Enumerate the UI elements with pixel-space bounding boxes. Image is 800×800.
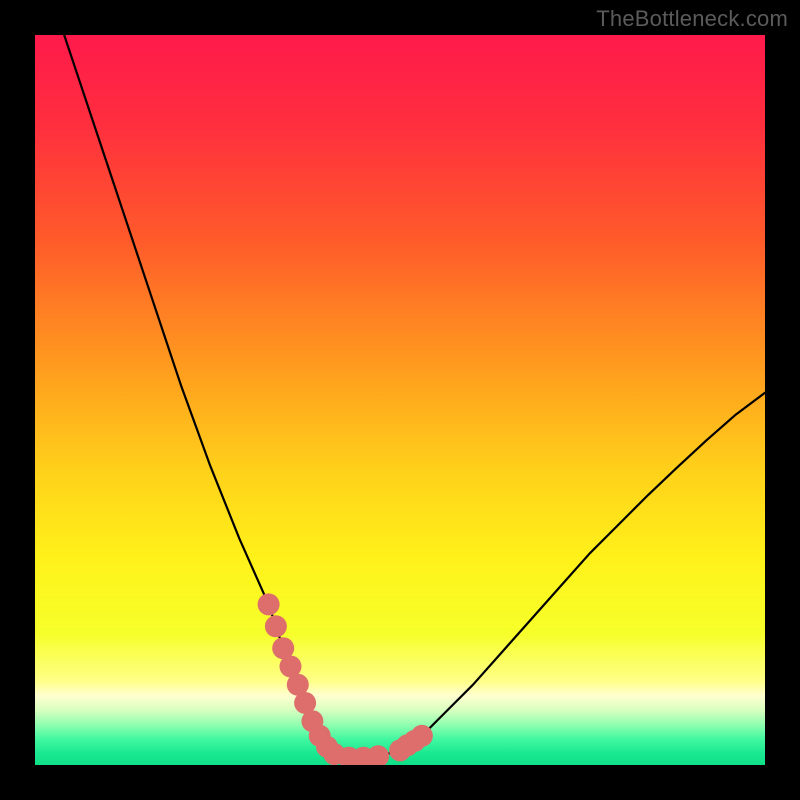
highlight-markers bbox=[258, 593, 433, 765]
plot-area bbox=[35, 35, 765, 765]
chart-stage: TheBottleneck.com bbox=[0, 0, 800, 800]
watermark-text: TheBottleneck.com bbox=[596, 6, 788, 32]
highlight-dot bbox=[367, 745, 389, 765]
highlight-dot bbox=[265, 615, 287, 637]
highlight-dot bbox=[258, 593, 280, 615]
curve-layer bbox=[35, 35, 765, 765]
bottleneck-curve bbox=[64, 35, 765, 758]
highlight-dot bbox=[411, 725, 433, 747]
